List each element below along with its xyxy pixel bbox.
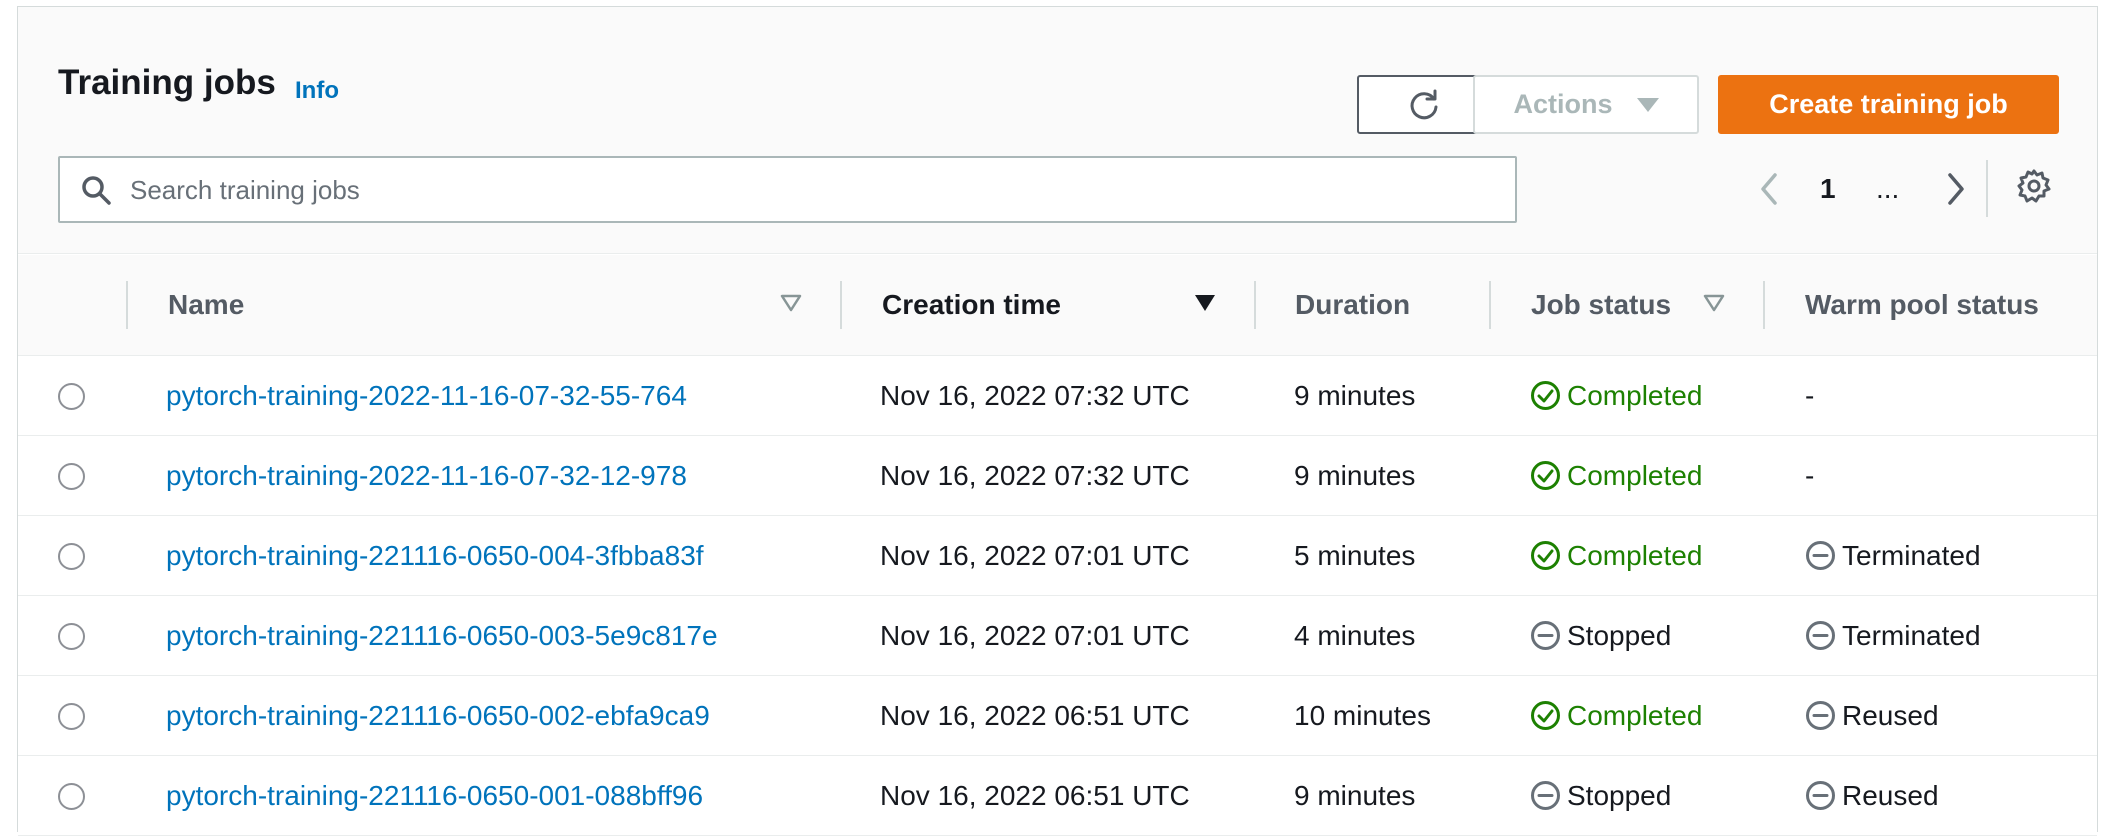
column-header-creation-time[interactable]: Creation time [882,255,1061,355]
pagination-divider [1986,160,1988,217]
creation-time: Nov 16, 2022 06:51 UTC [880,779,1190,811]
duration: 9 minutes [1294,379,1416,411]
chevron-left-icon[interactable] [1755,170,1785,208]
job-status: Completed [1530,380,1702,412]
creation-time: Nov 16, 2022 07:32 UTC [880,379,1190,411]
warm-pool-status: Reused [1805,700,1939,732]
warm-pool-status: - [1805,460,1814,492]
table-row: pytorch-training-221116-0650-004-3fbba83… [18,516,2097,596]
training-jobs-table: Name Creation time Duration Job status W… [18,255,2097,836]
job-status: Completed [1530,700,1702,732]
status-success-icon [1531,381,1560,410]
status-success-icon [1531,541,1560,570]
actions-dropdown-button[interactable]: Actions [1473,75,1699,134]
duration: 4 minutes [1294,619,1416,651]
warm-pool-status: - [1805,380,1814,412]
search-input[interactable] [130,168,1480,212]
info-link[interactable]: Info [295,77,339,105]
training-job-name-link[interactable]: pytorch-training-221116-0650-004-3fbba83… [166,540,704,572]
filter-icon[interactable] [1703,293,1725,313]
row-select-radio[interactable] [58,783,85,810]
table-row: pytorch-training-221116-0650-003-5e9c817… [18,596,2097,676]
status-stopped-icon [1806,701,1835,730]
status-label: Reused [1842,699,1939,731]
status-stopped-icon [1806,541,1835,570]
table-row: pytorch-training-221116-0650-002-ebfa9ca… [18,676,2097,756]
panel-header: Training jobs Info Actions Create traini… [18,7,2097,254]
status-label: Completed [1567,379,1703,411]
actions-label: Actions [1513,89,1613,119]
chevron-right-icon[interactable] [1940,170,1970,208]
status-success-icon [1531,461,1560,490]
creation-time: Nov 16, 2022 07:01 UTC [880,619,1190,651]
status-success-icon [1531,701,1560,730]
pagination-current-page[interactable]: 1 [1820,173,1836,205]
warm-pool-status: Terminated [1805,620,1981,652]
job-status: Completed [1530,540,1702,572]
search-icon [82,176,111,205]
creation-time: Nov 16, 2022 07:01 UTC [880,539,1190,571]
status-label: Completed [1567,699,1703,731]
creation-time: Nov 16, 2022 06:51 UTC [880,699,1190,731]
settings-icon[interactable] [2016,168,2052,204]
sort-descending-icon[interactable] [1193,293,1217,313]
column-header-warm-pool-status[interactable]: Warm pool status [1805,255,2039,355]
row-select-radio[interactable] [58,383,85,410]
pagination-ellipsis: ... [1876,173,1900,204]
table-row: pytorch-training-2022-11-16-07-32-12-978… [18,436,2097,516]
duration: 9 minutes [1294,459,1416,491]
warm-pool-status: Reused [1805,780,1939,812]
training-job-name-link[interactable]: pytorch-training-221116-0650-002-ebfa9ca… [166,700,710,732]
status-label: Reused [1842,779,1939,811]
table-header: Name Creation time Duration Job status W… [18,255,2097,356]
duration: 10 minutes [1294,699,1431,731]
column-header-job-status[interactable]: Job status [1531,255,1671,355]
duration: 9 minutes [1294,779,1416,811]
filter-icon[interactable] [780,293,802,313]
status-stopped-icon [1806,781,1835,810]
row-select-radio[interactable] [58,543,85,570]
status-label: Terminated [1842,619,1981,651]
status-stopped-icon [1806,621,1835,650]
refresh-icon [1410,89,1437,119]
column-header-duration[interactable]: Duration [1295,255,1410,355]
status-label: Terminated [1842,539,1981,571]
status-stopped-icon [1531,781,1560,810]
creation-time: Nov 16, 2022 07:32 UTC [880,459,1190,491]
table-row: pytorch-training-221116-0650-001-088bff9… [18,756,2097,836]
row-select-radio[interactable] [58,703,85,730]
job-status: Stopped [1530,620,1671,652]
status-stopped-icon [1531,621,1560,650]
training-job-name-link[interactable]: pytorch-training-221116-0650-003-5e9c817… [166,620,718,652]
refresh-button[interactable] [1357,75,1490,134]
column-divider [1489,281,1491,329]
create-training-job-button[interactable]: Create training job [1718,75,2059,134]
table-body: pytorch-training-2022-11-16-07-32-55-764… [18,356,2097,836]
row-select-radio[interactable] [58,463,85,490]
status-label: - [1805,379,1815,411]
status-label: - [1805,459,1815,491]
status-label: Completed [1567,459,1703,491]
search-box [58,156,1517,223]
training-jobs-panel: Training jobs Info Actions Create traini… [17,6,2098,836]
training-job-name-link[interactable]: pytorch-training-2022-11-16-07-32-12-978 [166,460,687,492]
job-status: Stopped [1530,780,1671,812]
job-status: Completed [1530,460,1702,492]
column-divider [1254,281,1256,329]
duration: 5 minutes [1294,539,1416,571]
status-label: Stopped [1567,779,1672,811]
training-job-name-link[interactable]: pytorch-training-221116-0650-001-088bff9… [166,780,703,812]
column-header-name[interactable]: Name [168,255,244,355]
column-divider [840,281,842,329]
status-label: Stopped [1567,619,1672,651]
caret-down-icon [1636,97,1659,112]
page-title: Training jobs [58,63,276,102]
training-job-name-link[interactable]: pytorch-training-2022-11-16-07-32-55-764 [166,380,687,412]
status-label: Completed [1567,539,1703,571]
column-divider [1763,281,1765,329]
column-divider [126,281,128,329]
table-row: pytorch-training-2022-11-16-07-32-55-764… [18,356,2097,436]
warm-pool-status: Terminated [1805,540,1981,572]
row-select-radio[interactable] [58,623,85,650]
